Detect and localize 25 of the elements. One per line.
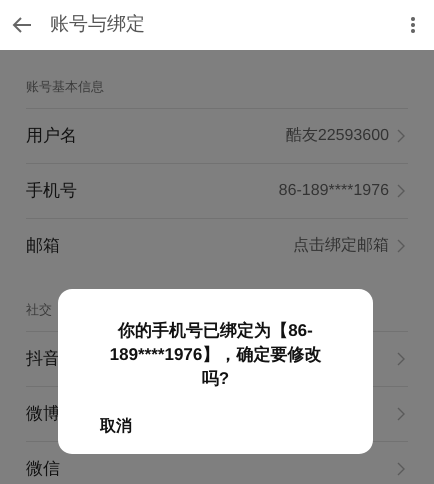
chevron-right-icon bbox=[397, 184, 406, 198]
settings-row[interactable]: 邮箱 点击绑定邮箱 bbox=[26, 218, 408, 273]
row-label: 手机号 bbox=[26, 180, 77, 202]
chevron-right-icon bbox=[397, 129, 406, 143]
row-label: 抖音 bbox=[26, 348, 60, 370]
cancel-button[interactable]: 取消 bbox=[78, 399, 154, 454]
chevron-right-icon bbox=[397, 239, 406, 253]
row-label: 微信 bbox=[26, 458, 60, 480]
row-value: 86-189****1976 bbox=[278, 181, 389, 201]
row-label: 邮箱 bbox=[26, 235, 60, 258]
more-options-icon[interactable] bbox=[410, 16, 416, 34]
settings-row[interactable]: 手机号 86-189****1976 bbox=[26, 163, 408, 218]
row-label: 用户名 bbox=[26, 125, 77, 148]
chevron-right-icon bbox=[397, 462, 406, 476]
chevron-right-icon bbox=[397, 352, 406, 366]
section-label: 账号基本信息 bbox=[26, 78, 104, 96]
section-label: 社交 bbox=[26, 300, 52, 318]
dialog-message: 你的手机号已绑定为【86-189****1976】，确定要修改吗? bbox=[108, 320, 322, 390]
row-value: 酷友22593600 bbox=[286, 126, 389, 146]
back-arrow-icon[interactable] bbox=[12, 16, 32, 34]
page-title: 账号与绑定 bbox=[50, 12, 145, 37]
row-label: 微博 bbox=[26, 403, 60, 426]
row-value: 点击绑定邮箱 bbox=[293, 236, 389, 256]
settings-row[interactable]: 用户名 酷友22593600 bbox=[26, 108, 408, 163]
chevron-right-icon bbox=[397, 407, 406, 421]
